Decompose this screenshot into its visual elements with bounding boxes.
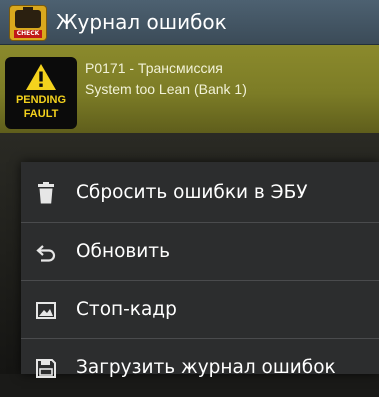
menu-item-label: Стоп-кадр: [76, 299, 177, 320]
menu-item-label: Загрузить журнал ошибок: [76, 357, 336, 378]
logo-tag: CHECK: [14, 30, 42, 38]
trash-icon: [38, 182, 54, 204]
menu-item-reset-errors[interactable]: Сбросить ошибки в ЭБУ: [21, 164, 379, 222]
pending-fault-badge: PENDING FAULT: [5, 57, 77, 129]
badge-line-pending: PENDING: [15, 94, 67, 106]
fault-description: System too Lean (Bank 1): [85, 81, 247, 97]
warning-triangle-icon: [26, 64, 56, 90]
menu-item-load-log[interactable]: Загрузить журнал ошибок: [21, 339, 379, 397]
menu-item-label: Обновить: [76, 241, 170, 262]
badge-text: PENDING FAULT: [5, 93, 77, 121]
save-icon: [36, 359, 56, 378]
page-title: Журнал ошибок: [56, 10, 227, 34]
engine-shape: [15, 7, 41, 28]
check-engine-icon[interactable]: CHECK: [9, 5, 47, 41]
undo-arrow-icon: [36, 245, 56, 262]
app-bar: CHECK Журнал ошибок: [0, 0, 379, 45]
fault-list-item[interactable]: PENDING FAULT P0171 - Трансмиссия System…: [0, 45, 379, 133]
menu-item-refresh[interactable]: Обновить: [21, 223, 379, 281]
menu-item-freeze-frame[interactable]: Стоп-кадр: [21, 281, 379, 339]
menu-item-label: Сбросить ошибки в ЭБУ: [76, 182, 308, 203]
image-icon: [36, 302, 56, 319]
badge-line-fault: FAULT: [23, 108, 59, 120]
context-menu: Сбросить ошибки в ЭБУ Обновить Стоп-кадр…: [21, 162, 379, 378]
fault-code: P0171 - Трансмиссия: [85, 60, 223, 76]
